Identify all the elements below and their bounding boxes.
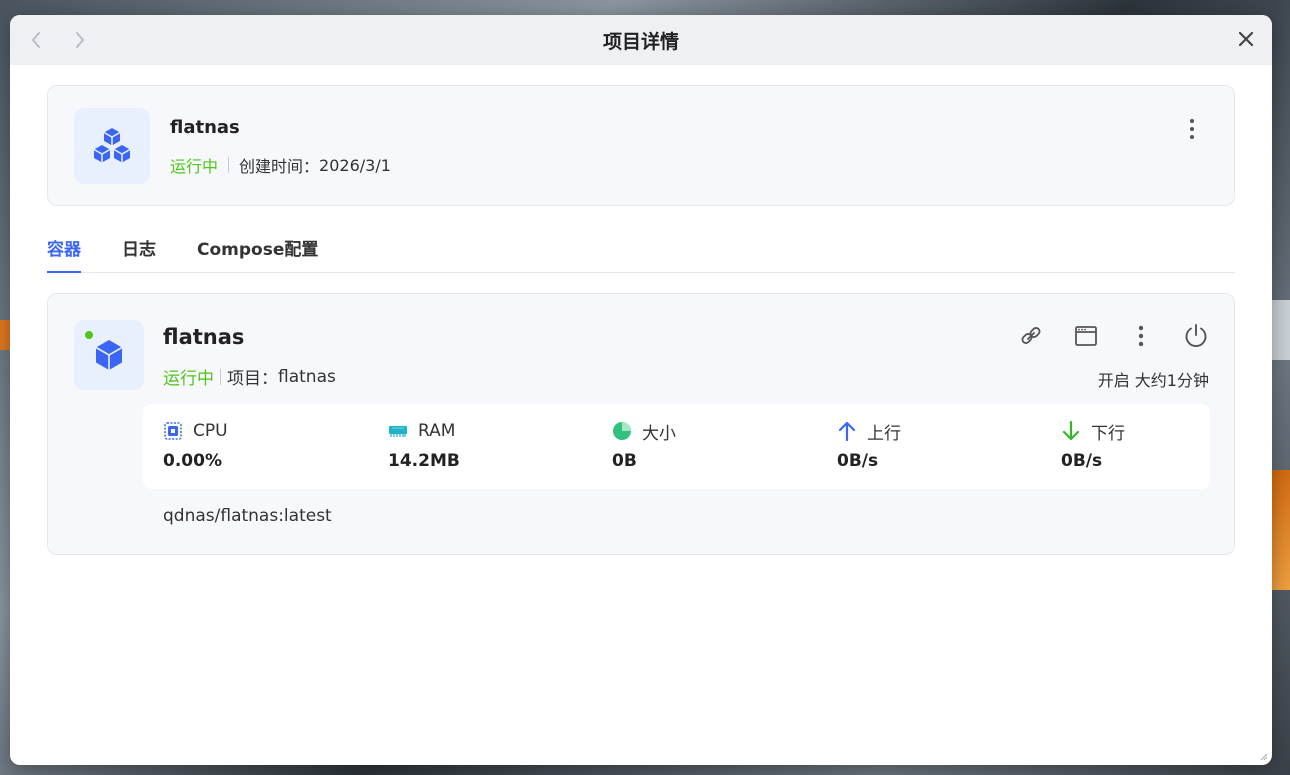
project-more-button[interactable] — [1180, 114, 1204, 144]
stat-label: 大小 — [642, 423, 676, 444]
more-icon — [1190, 119, 1194, 123]
cube-icon — [95, 340, 123, 370]
created-label: 创建时间： — [239, 157, 320, 176]
container-image: qdnas/flatnas:latest — [163, 506, 332, 526]
tab-bar: 容器 日志 Compose配置 — [47, 223, 1235, 273]
ram-icon — [388, 421, 408, 441]
cpu-icon — [163, 421, 183, 441]
stats-panel: CPU 0.00% RAM 14.2MB 大小 0B 上行 0B/s 下行 0B… — [143, 404, 1210, 489]
stat-value: 0B/s — [1061, 451, 1103, 471]
created-value: 2026/3/1 — [319, 155, 391, 175]
nav-buttons — [24, 28, 92, 52]
window-title: 项目详情 — [602, 30, 679, 53]
stat-ram: RAM 14.2MB — [388, 420, 460, 471]
container-icon — [74, 320, 144, 390]
stat-label: RAM — [418, 421, 456, 441]
close-icon — [1238, 31, 1254, 47]
project-label: 项目： — [227, 369, 278, 389]
project-value: flatnas — [278, 366, 336, 387]
project-status: 运行中 — [170, 157, 219, 176]
chevron-right-icon — [76, 32, 85, 48]
container-status: 运行中 — [163, 369, 214, 389]
project-card: flatnas 运行中 创建时间： 2026/3/1 — [47, 85, 1235, 206]
power-button[interactable] — [1182, 322, 1210, 350]
titlebar: 项目详情 — [10, 15, 1272, 65]
container-name: flatnas — [163, 325, 245, 349]
power-icon — [1185, 324, 1207, 348]
container-actions — [1017, 322, 1210, 350]
container-card[interactable]: flatnas 运行中 项目： flatnas 开启 大约1分钟 CPU 0.0… — [47, 293, 1235, 555]
stat-label: 上行 — [867, 423, 901, 444]
stat-value: 0.00% — [163, 451, 222, 471]
back-button[interactable] — [24, 28, 48, 52]
divider — [228, 157, 230, 173]
stat-value: 0B — [612, 451, 637, 471]
terminal-button[interactable] — [1072, 322, 1100, 350]
stat-label: 下行 — [1091, 423, 1125, 444]
more-icon — [1138, 325, 1144, 347]
link-icon — [1021, 327, 1041, 344]
stat-upload: 上行 0B/s — [837, 420, 901, 471]
arrow-down-icon — [1061, 421, 1081, 441]
tab-containers[interactable]: 容器 — [47, 235, 81, 273]
pie-icon — [612, 421, 632, 441]
close-button[interactable] — [1234, 27, 1258, 51]
chevron-left-icon — [31, 32, 40, 48]
project-name: flatnas — [170, 117, 240, 138]
project-meta: 运行中 创建时间： 2026/3/1 — [170, 153, 391, 177]
link-button[interactable] — [1017, 322, 1045, 350]
running-dot — [85, 331, 93, 339]
window-icon — [1075, 326, 1097, 346]
arrow-up-icon — [837, 421, 857, 441]
container-more-button[interactable] — [1127, 322, 1155, 350]
stat-label: CPU — [193, 421, 228, 441]
tab-compose[interactable]: Compose配置 — [197, 235, 318, 273]
project-detail-window: 项目详情 flatnas 运行中 创建时间： 2026/3/1 容器 日志 Co… — [10, 15, 1272, 765]
container-meta: 运行中 项目： flatnas — [163, 364, 336, 390]
stat-size: 大小 0B — [612, 420, 676, 471]
project-icon — [74, 108, 150, 184]
forward-button[interactable] — [68, 28, 92, 52]
tab-logs[interactable]: 日志 — [122, 235, 156, 273]
stat-download: 下行 0B/s — [1061, 420, 1125, 471]
stat-value: 0B/s — [837, 451, 879, 471]
cubes-icon — [93, 128, 131, 163]
divider — [220, 368, 221, 385]
resize-handle-icon[interactable] — [1258, 751, 1268, 761]
uptime-text: 开启 大约1分钟 — [1097, 371, 1209, 390]
stat-cpu: CPU 0.00% — [163, 420, 228, 471]
stat-value: 14.2MB — [388, 451, 460, 471]
